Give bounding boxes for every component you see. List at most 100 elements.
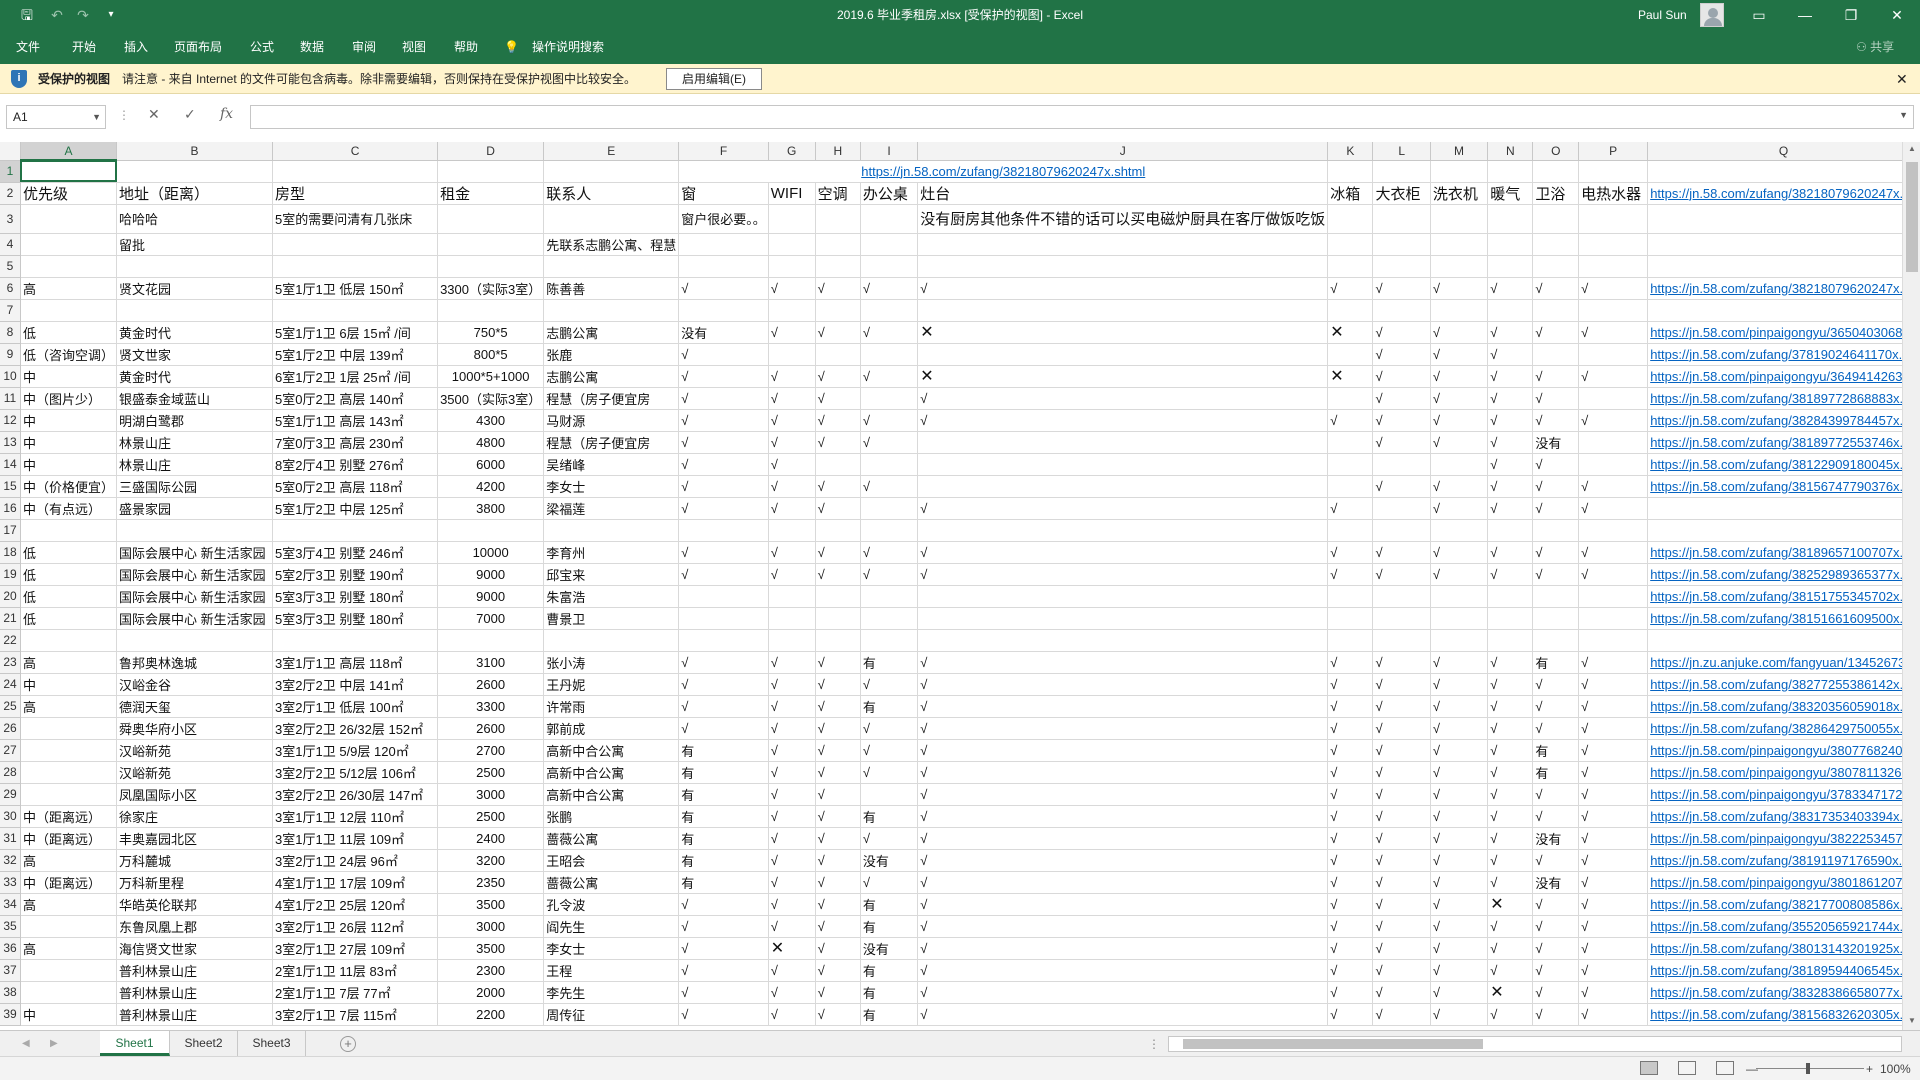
cell-f22[interactable]: [678, 629, 769, 652]
cell-c9[interactable]: 5室1厅2卫 中层 139㎡: [272, 343, 439, 366]
row-header[interactable]: 7: [0, 299, 21, 322]
cell-i33[interactable]: √: [860, 871, 919, 894]
cell-f33[interactable]: 有: [678, 871, 769, 894]
next-sheet-icon[interactable]: ▶: [50, 1031, 58, 1057]
cell-m26[interactable]: √: [1430, 717, 1489, 740]
cell-h21[interactable]: [815, 607, 861, 630]
cell-k37[interactable]: √: [1327, 959, 1374, 982]
cell-e19[interactable]: 邱宝来: [543, 563, 680, 586]
cell-m35[interactable]: √: [1430, 915, 1489, 938]
cell-g21[interactable]: [768, 607, 816, 630]
cell-m17[interactable]: [1430, 519, 1489, 542]
cell-g16[interactable]: √: [768, 497, 816, 520]
cell-m12[interactable]: √: [1430, 409, 1489, 432]
cell-k27[interactable]: √: [1327, 739, 1374, 762]
cell-k20[interactable]: [1327, 585, 1374, 608]
cell-f2[interactable]: 窗: [678, 182, 769, 205]
cell-l37[interactable]: √: [1372, 959, 1431, 982]
cell-b33[interactable]: 万科新里程: [116, 871, 274, 894]
cell-b1[interactable]: [116, 160, 274, 183]
cell-d33[interactable]: 2350: [437, 871, 545, 894]
cell-m25[interactable]: √: [1430, 695, 1489, 718]
cell-f8[interactable]: 没有: [678, 321, 769, 344]
cell-m10[interactable]: √: [1430, 365, 1489, 388]
tab-page-layout[interactable]: 页面布局: [174, 30, 222, 64]
cell-o8[interactable]: √: [1532, 321, 1580, 344]
cell-o28[interactable]: 有: [1532, 761, 1580, 784]
cell-a12[interactable]: 中: [20, 409, 118, 432]
cell-o6[interactable]: √: [1532, 277, 1580, 300]
cell-b19[interactable]: 国际会展中心 新生活家园: [116, 563, 274, 586]
cell-g5[interactable]: [768, 255, 816, 278]
cell-f37[interactable]: √: [678, 959, 769, 982]
cell-q38[interactable]: https://jn.58.com/zufang/38328386658077x…: [1647, 981, 1920, 1004]
cell-i29[interactable]: [860, 783, 919, 806]
cell-e10[interactable]: 志鹏公寓: [543, 365, 680, 388]
cell-f20[interactable]: [678, 585, 769, 608]
cell-e33[interactable]: 蔷薇公寓: [543, 871, 680, 894]
cell-j28[interactable]: √: [917, 761, 1329, 784]
cell-f39[interactable]: √: [678, 1003, 769, 1026]
row-header[interactable]: 35: [0, 915, 21, 938]
cell-a32[interactable]: 高: [20, 849, 118, 872]
cell-a1[interactable]: [20, 160, 118, 183]
cell-c8[interactable]: 5室1厅1卫 6层 15㎡ /间: [272, 321, 439, 344]
cell-f9[interactable]: √: [678, 343, 769, 366]
cell-i27[interactable]: √: [860, 739, 919, 762]
cell-a27[interactable]: [20, 739, 118, 762]
cell-e36[interactable]: 李女士: [543, 937, 680, 960]
cell-p31[interactable]: √: [1578, 827, 1649, 850]
cell-e4[interactable]: 先联系志鹏公寓、程慧: [543, 233, 680, 256]
tab-home[interactable]: 开始: [72, 30, 96, 64]
cell-o34[interactable]: √: [1532, 893, 1580, 916]
cell-d25[interactable]: 3300: [437, 695, 545, 718]
cell-l36[interactable]: √: [1372, 937, 1431, 960]
cell-p30[interactable]: √: [1578, 805, 1649, 828]
cell-l7[interactable]: [1372, 299, 1431, 322]
cell-c15[interactable]: 5室0厅2卫 高层 118㎡: [272, 475, 439, 498]
cell-j39[interactable]: √: [917, 1003, 1329, 1026]
cell-q11[interactable]: https://jn.58.com/zufang/38189772868883x…: [1647, 387, 1920, 410]
column-header-p[interactable]: P: [1578, 142, 1649, 161]
cell-c39[interactable]: 3室2厅1卫 7层 115㎡: [272, 1003, 439, 1026]
cell-c19[interactable]: 5室2厅3卫 别墅 190㎡: [272, 563, 439, 586]
avatar[interactable]: [1700, 3, 1724, 27]
cell-a21[interactable]: 低: [20, 607, 118, 630]
cell-l12[interactable]: √: [1372, 409, 1431, 432]
cell-b5[interactable]: [116, 255, 274, 278]
cell-f7[interactable]: [678, 299, 769, 322]
cell-o11[interactable]: √: [1532, 387, 1580, 410]
cell-n39[interactable]: √: [1487, 1003, 1534, 1026]
cell-g27[interactable]: √: [768, 739, 816, 762]
cell-l22[interactable]: [1372, 629, 1431, 652]
cell-d12[interactable]: 4300: [437, 409, 545, 432]
cell-n1[interactable]: [1487, 160, 1534, 183]
cell-f24[interactable]: √: [678, 673, 769, 696]
cell-k28[interactable]: √: [1327, 761, 1374, 784]
cell-o36[interactable]: √: [1532, 937, 1580, 960]
cell-k36[interactable]: √: [1327, 937, 1374, 960]
cell-m9[interactable]: √: [1430, 343, 1489, 366]
cell-e39[interactable]: 周传征: [543, 1003, 680, 1026]
cell-j25[interactable]: √: [917, 695, 1329, 718]
page-break-preview-icon[interactable]: [1716, 1061, 1734, 1075]
cell-l25[interactable]: √: [1372, 695, 1431, 718]
cell-j26[interactable]: √: [917, 717, 1329, 740]
cell-q1[interactable]: [1647, 160, 1920, 183]
cell-o24[interactable]: √: [1532, 673, 1580, 696]
row-header[interactable]: 28: [0, 761, 21, 784]
cell-c17[interactable]: [272, 519, 439, 542]
cell-a16[interactable]: 中（有点远）: [20, 497, 118, 520]
cell-h9[interactable]: [815, 343, 861, 366]
cell-c21[interactable]: 5室3厅3卫 别墅 180㎡: [272, 607, 439, 630]
cell-j24[interactable]: √: [917, 673, 1329, 696]
cell-p14[interactable]: [1578, 453, 1649, 476]
cell-o21[interactable]: [1532, 607, 1580, 630]
cell-k3[interactable]: [1327, 204, 1374, 234]
cell-f21[interactable]: [678, 607, 769, 630]
row-header[interactable]: 10: [0, 365, 21, 388]
cell-b2[interactable]: 地址（距离）: [116, 182, 274, 205]
cell-h2[interactable]: 空调: [815, 182, 861, 205]
cell-k9[interactable]: [1327, 343, 1374, 366]
cell-h15[interactable]: √: [815, 475, 861, 498]
